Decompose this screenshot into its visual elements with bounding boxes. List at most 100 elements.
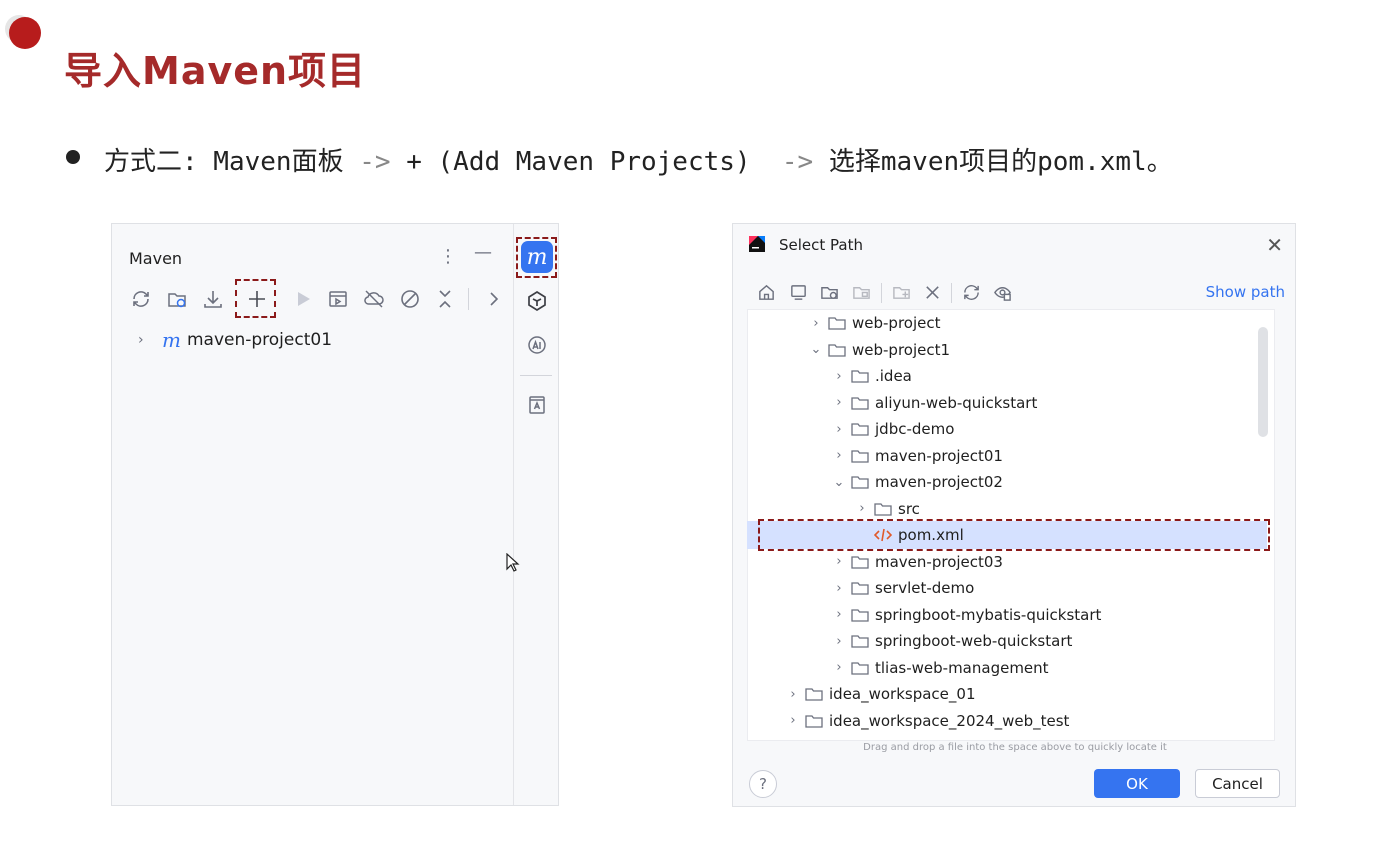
pom-selection-highlight — [758, 519, 1270, 551]
documentation-icon[interactable] — [524, 392, 550, 418]
execute-goal-icon[interactable] — [325, 286, 351, 312]
file-tree-label: maven-project02 — [875, 473, 1003, 491]
add-button-highlight — [235, 279, 276, 318]
folder-icon — [851, 475, 869, 489]
chevron-right-icon[interactable]: › — [831, 554, 847, 569]
module-folder-icon[interactable] — [850, 281, 872, 303]
bullet-arrow-2: -> — [781, 147, 814, 177]
file-tree-label: web-project1 — [852, 340, 951, 359]
project-tree-item[interactable]: › m maven-project01 — [138, 328, 332, 352]
chevron-right-icon[interactable]: › — [831, 607, 847, 622]
file-tree-item[interactable]: › aliyun-web-quickstart — [831, 390, 1037, 416]
file-tree-item-pom[interactable]: pom.xml — [854, 522, 964, 548]
slide-title: 导入Maven项目 — [64, 49, 367, 93]
select-path-dialog: Select Path ✕ Show path › web-project ⌄ web… — [732, 223, 1296, 807]
folder-icon — [851, 661, 869, 675]
bullet-prefix: 方式二: Maven面板 — [104, 147, 360, 177]
bullet-suffix: 选择maven项目的pom.xml。 — [813, 147, 1173, 177]
chevron-right-icon[interactable]: › — [785, 687, 801, 702]
home-icon[interactable] — [755, 281, 777, 303]
file-tree-label: aliyun-web-quickstart — [875, 393, 1038, 412]
file-tree-item[interactable]: › servlet-demo — [831, 575, 974, 601]
file-tree-label: src — [898, 499, 920, 518]
file-tree-item[interactable]: ⌄ web-project1 — [808, 337, 951, 363]
show-path-link[interactable]: Show path — [1206, 283, 1285, 301]
cancel-button[interactable]: Cancel — [1195, 769, 1280, 798]
file-tree-label: springboot-mybatis-quickstart — [875, 605, 1102, 624]
chevron-right-icon[interactable]: › — [854, 501, 870, 516]
refresh-icon[interactable] — [960, 281, 982, 303]
chevron-down-icon[interactable]: ⌄ — [808, 342, 824, 357]
chevron-right-icon[interactable]: › — [831, 581, 847, 596]
download-icon[interactable] — [200, 286, 226, 312]
file-tree-item[interactable]: › springboot-mybatis-quickstart — [831, 602, 1101, 628]
file-tree-label: tlias-web-management — [875, 658, 1049, 677]
folder-icon — [851, 634, 869, 648]
new-folder-icon[interactable] — [890, 281, 912, 303]
chevron-right-icon[interactable]: › — [831, 395, 847, 410]
toolbar-separator — [951, 283, 952, 303]
generate-sources-icon[interactable] — [164, 286, 190, 312]
ok-button[interactable]: OK — [1094, 769, 1180, 798]
help-button[interactable]: ? — [749, 770, 777, 798]
file-tree-label: maven-project03 — [875, 552, 1003, 571]
maven-tool-window-button[interactable]: m — [521, 241, 553, 273]
collapse-all-icon[interactable] — [432, 286, 458, 312]
file-tree-item[interactable]: › maven-project01 — [831, 443, 1003, 469]
file-tree-item[interactable]: › springboot-web-quickstart — [831, 628, 1072, 654]
tool-window-strip: m — [513, 224, 560, 805]
folder-icon — [851, 449, 869, 463]
chevron-right-icon[interactable]: › — [831, 448, 847, 463]
folder-icon — [851, 555, 869, 569]
show-hidden-icon[interactable] — [991, 281, 1013, 303]
file-tree-item[interactable]: › jdbc-demo — [831, 416, 954, 442]
project-folder-icon[interactable] — [818, 281, 840, 303]
reload-icon[interactable] — [128, 286, 154, 312]
maven-tool-window: Maven ⋮ — › m maven-project01 m — [111, 223, 559, 806]
maven-panel-title: Maven — [129, 249, 183, 268]
chevron-down-icon[interactable]: ⌄ — [831, 475, 847, 490]
maven-icon: m — [521, 241, 553, 273]
toolbar-separator — [468, 288, 469, 310]
run-icon[interactable] — [290, 286, 316, 312]
offline-icon[interactable] — [361, 286, 387, 312]
file-tree-item[interactable]: › idea_workspace_01 — [785, 681, 975, 707]
slide-decoration-dot — [9, 17, 41, 49]
dialog-title: Select Path — [779, 236, 863, 254]
more-icon[interactable] — [481, 286, 507, 312]
close-icon[interactable]: ✕ — [1266, 233, 1283, 257]
bullet-arrow-1: -> — [359, 147, 391, 177]
file-tree-label: servlet-demo — [875, 579, 975, 597]
chevron-right-icon[interactable]: › — [808, 316, 824, 331]
folder-icon — [851, 608, 869, 622]
toolbar-separator — [881, 283, 882, 303]
ai-assistant-icon[interactable] — [524, 288, 550, 314]
intellij-logo-icon — [747, 234, 767, 254]
file-tree-item[interactable]: › maven-project03 — [831, 549, 1003, 575]
chevron-right-icon[interactable]: › — [831, 422, 847, 437]
file-tree-item[interactable]: › idea_workspace_2024_web_test — [785, 708, 1069, 734]
desktop-icon[interactable] — [787, 281, 809, 303]
file-tree-item[interactable]: ⌄ maven-project02 — [831, 469, 1003, 495]
minimize-icon[interactable]: — — [474, 242, 492, 263]
chevron-right-icon[interactable]: › — [785, 713, 801, 728]
file-tree-item[interactable]: › .idea — [831, 363, 912, 389]
chevron-right-icon[interactable]: › — [831, 660, 847, 675]
delete-icon[interactable] — [921, 281, 943, 303]
file-tree-item[interactable]: › web-project — [808, 310, 940, 336]
chevron-right-icon[interactable]: › — [831, 369, 847, 384]
file-tree-item[interactable]: › src — [854, 496, 920, 522]
more-vertical-icon[interactable]: ⋮ — [439, 246, 457, 267]
skip-tests-icon[interactable] — [397, 286, 423, 312]
ai-chat-icon[interactable] — [524, 332, 550, 358]
mouse-cursor-icon — [506, 553, 520, 572]
xml-file-icon — [874, 528, 892, 542]
chevron-right-icon[interactable]: › — [831, 634, 847, 649]
file-tree-item[interactable]: › tlias-web-management — [831, 655, 1049, 681]
file-tree-label: springboot-web-quickstart — [875, 632, 1073, 650]
tree-scrollbar[interactable] — [1258, 327, 1268, 437]
maven-module-icon: m — [162, 328, 181, 352]
file-tree-label: jdbc-demo — [875, 420, 955, 438]
folder-icon — [805, 687, 823, 701]
folder-icon — [851, 369, 869, 383]
